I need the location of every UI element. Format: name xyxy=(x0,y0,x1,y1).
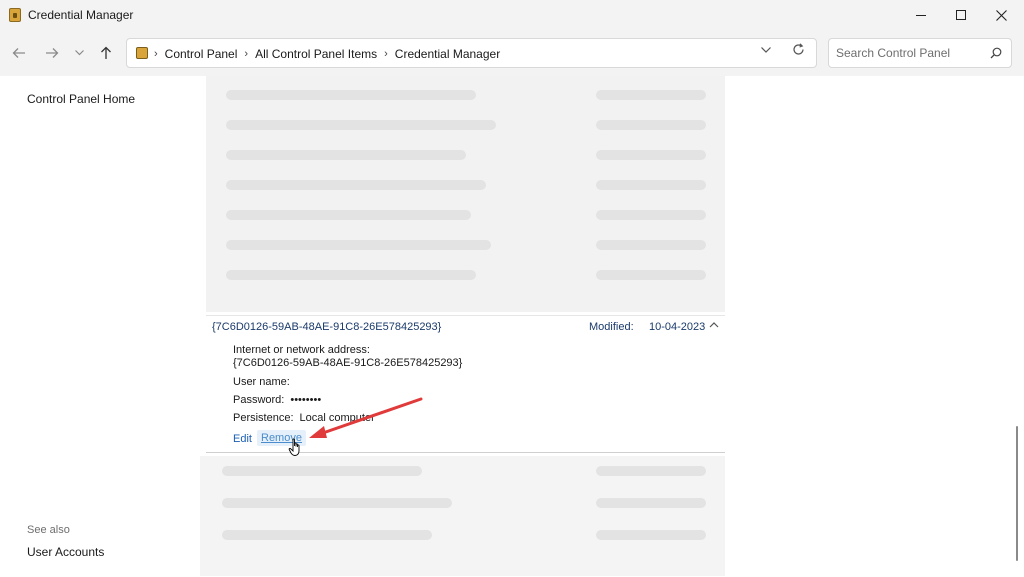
address-label: Internet or network address: xyxy=(233,344,370,356)
close-button[interactable] xyxy=(978,0,1024,30)
chevron-down-icon xyxy=(761,47,771,53)
see-also-heading: See also xyxy=(27,524,70,536)
breadcrumb-credential-manager[interactable]: Credential Manager xyxy=(395,47,500,61)
username-row: User name: xyxy=(233,376,296,388)
breadcrumb: › Control Panel › All Control Panel Item… xyxy=(154,47,500,61)
modified-date: 10-04-2023 xyxy=(649,321,706,333)
back-arrow-icon xyxy=(12,48,25,58)
refresh-icon xyxy=(793,43,804,55)
password-label: Password: xyxy=(233,394,285,406)
user-accounts-link[interactable]: User Accounts xyxy=(27,545,104,559)
back-button[interactable] xyxy=(8,42,30,64)
scrollbar-thumb[interactable] xyxy=(1016,426,1018,561)
search-input[interactable] xyxy=(836,45,986,61)
credential-row-header[interactable]: {7C6D0126-59AB-48AE-91C8-26E578425293} M… xyxy=(206,315,725,337)
up-button[interactable] xyxy=(95,42,117,64)
control-panel-home-link[interactable]: Control Panel Home xyxy=(27,92,135,106)
row-divider xyxy=(206,452,725,453)
chevron-up-icon[interactable] xyxy=(709,320,719,330)
minimize-icon xyxy=(916,14,926,16)
address-value: {7C6D0126-59AB-48AE-91C8-26E578425293} xyxy=(233,357,463,369)
persistence-label: Persistence: xyxy=(233,412,294,424)
control-panel-icon xyxy=(136,47,148,59)
breadcrumb-separator[interactable]: › xyxy=(244,48,248,60)
redacted-credentials-bottom xyxy=(200,456,725,576)
recent-locations-button[interactable] xyxy=(68,42,90,64)
modified-label: Modified: xyxy=(589,321,634,333)
title-bar: Credential Manager xyxy=(0,0,1024,30)
navigation-bar: › Control Panel › All Control Panel Item… xyxy=(0,30,1024,76)
breadcrumb-separator: › xyxy=(154,48,158,60)
refresh-button[interactable] xyxy=(792,43,805,60)
maximize-icon xyxy=(956,10,966,20)
left-pane: Control Panel Home See also User Account… xyxy=(0,76,200,577)
breadcrumb-control-panel[interactable]: Control Panel xyxy=(165,47,238,61)
vertical-scrollbar[interactable] xyxy=(1013,76,1023,577)
forward-arrow-icon xyxy=(46,48,59,58)
credential-list: {7C6D0126-59AB-48AE-91C8-26E578425293} M… xyxy=(200,76,1024,577)
hand-cursor-icon xyxy=(288,438,300,456)
up-arrow-icon xyxy=(101,46,111,59)
breadcrumb-all-items[interactable]: All Control Panel Items xyxy=(255,47,377,61)
forward-button[interactable] xyxy=(41,42,63,64)
address-bar[interactable]: › Control Panel › All Control Panel Item… xyxy=(126,38,817,68)
redacted-credentials-top xyxy=(206,76,725,312)
recent-locations-chevron-icon xyxy=(74,50,84,56)
username-label: User name: xyxy=(233,376,290,388)
red-arrow-icon xyxy=(309,397,423,438)
breadcrumb-separator[interactable]: › xyxy=(384,48,388,60)
credential-name: {7C6D0126-59AB-48AE-91C8-26E578425293} xyxy=(212,321,442,333)
credential-manager-icon xyxy=(9,8,21,22)
search-box[interactable] xyxy=(828,38,1012,68)
search-icon[interactable] xyxy=(990,47,1002,59)
close-icon xyxy=(995,9,1007,21)
window-title: Credential Manager xyxy=(28,8,134,22)
edit-link[interactable]: Edit xyxy=(233,433,252,445)
credential-actions: Edit Remove xyxy=(233,430,306,446)
address-dropdown-button[interactable] xyxy=(761,45,771,56)
